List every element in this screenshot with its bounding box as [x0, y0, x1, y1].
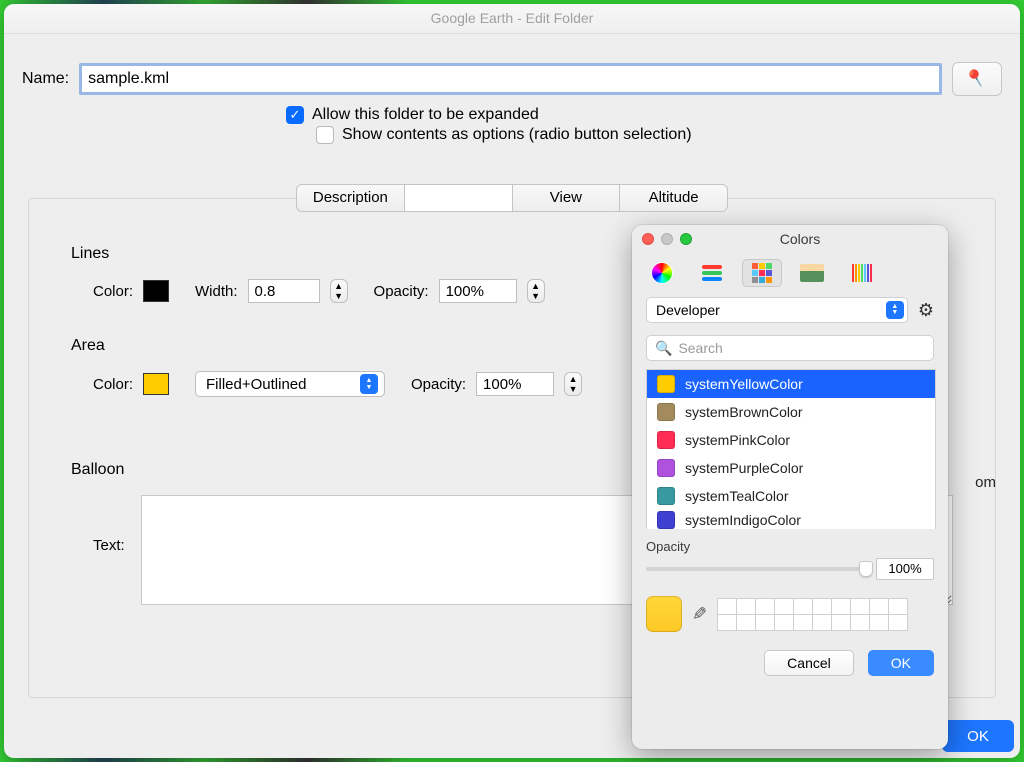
- zoom-window-button[interactable]: [680, 233, 692, 245]
- color-sliders-tab[interactable]: [692, 259, 732, 287]
- lines-opacity-label: Opacity:: [374, 283, 429, 300]
- opacity-label: Opacity: [632, 529, 948, 554]
- close-window-button[interactable]: [642, 233, 654, 245]
- name-label: Name:: [22, 70, 69, 88]
- color-item-systempink[interactable]: systemPinkColor: [647, 426, 935, 454]
- colors-window: Colors: [632, 225, 948, 749]
- slider-thumb[interactable]: [859, 561, 873, 577]
- color-item-label: systemPinkColor: [685, 432, 790, 448]
- color-item-systemyellow[interactable]: systemYellowColor: [647, 370, 935, 398]
- color-wheel-tab[interactable]: [642, 259, 682, 287]
- area-opacity-label: Opacity:: [411, 376, 466, 393]
- colors-ok-button[interactable]: OK: [868, 650, 934, 676]
- lines-opacity-input[interactable]: [439, 279, 517, 303]
- lines-width-label: Width:: [195, 283, 238, 300]
- gear-icon[interactable]: ⚙: [918, 300, 934, 321]
- color-wheel-icon: [651, 262, 673, 284]
- tab-style-color[interactable]: [405, 184, 513, 212]
- tab-view[interactable]: View: [513, 184, 621, 212]
- color-item-systemindigo[interactable]: systemIndigoColor: [647, 510, 935, 529]
- pushpin-icon: 📍: [962, 64, 992, 93]
- minimize-window-button[interactable]: [661, 233, 673, 245]
- pencils-icon: [852, 264, 872, 282]
- swatch-icon: [657, 403, 675, 421]
- opacity-value-input[interactable]: 100%: [876, 558, 934, 580]
- color-item-systempurple[interactable]: systemPurpleColor: [647, 454, 935, 482]
- chevron-updown-icon: ▲▼: [886, 301, 904, 319]
- lines-color-swatch[interactable]: [143, 280, 169, 302]
- color-item-label: systemTealColor: [685, 488, 788, 504]
- lines-width-stepper[interactable]: ▲▼: [330, 279, 348, 303]
- area-fill-value: Filled+Outlined: [206, 376, 352, 393]
- name-input[interactable]: [79, 63, 942, 95]
- swatch-icon: [657, 511, 675, 529]
- image-palettes-tab[interactable]: [792, 259, 832, 287]
- color-item-label: systemBrownColor: [685, 404, 802, 420]
- chevron-updown-icon: ▲▼: [360, 374, 378, 394]
- allow-expand-label: Allow this folder to be expanded: [312, 106, 539, 124]
- color-item-label: systemPurpleColor: [685, 460, 803, 476]
- area-fill-dropdown[interactable]: Filled+Outlined ▲▼: [195, 371, 385, 397]
- color-palettes-tab[interactable]: [742, 259, 782, 287]
- eyedropper-icon[interactable]: ✎: [692, 604, 707, 625]
- lines-width-input[interactable]: [248, 279, 320, 303]
- opacity-slider[interactable]: [646, 567, 866, 571]
- custom-swatches[interactable]: [717, 598, 907, 630]
- image-icon: [800, 264, 824, 282]
- show-radio-checkbox[interactable]: [316, 126, 334, 144]
- window-titlebar: Google Earth - Edit Folder: [4, 4, 1020, 34]
- swatch-icon: [657, 459, 675, 477]
- selected-color-preview: [646, 596, 682, 632]
- sliders-icon: [702, 265, 722, 281]
- color-item-label: systemYellowColor: [685, 376, 803, 392]
- color-search-input[interactable]: 🔍 Search: [646, 335, 934, 361]
- palette-select[interactable]: Developer ▲▼: [646, 297, 908, 323]
- allow-expand-checkbox[interactable]: ✓: [286, 106, 304, 124]
- truncated-text: om: [975, 474, 996, 491]
- area-color-label: Color:: [93, 376, 133, 393]
- color-item-systemteal[interactable]: systemTealColor: [647, 482, 935, 510]
- color-list[interactable]: systemYellowColor systemBrownColor syste…: [646, 369, 936, 529]
- balloon-text-label: Text:: [93, 537, 125, 554]
- show-radio-label: Show contents as options (radio button s…: [342, 126, 692, 144]
- window-controls: [642, 233, 692, 245]
- tab-description[interactable]: Description: [296, 184, 405, 212]
- color-item-systembrown[interactable]: systemBrownColor: [647, 398, 935, 426]
- area-opacity-stepper[interactable]: ▲▼: [564, 372, 582, 396]
- tabs: Description View Altitude: [296, 184, 728, 212]
- palette-icon: [752, 263, 772, 283]
- colors-title: Colors: [700, 231, 900, 247]
- ok-button[interactable]: OK: [942, 720, 1014, 752]
- pushpin-button[interactable]: 📍: [952, 62, 1002, 96]
- cancel-button[interactable]: Cancel: [764, 650, 854, 676]
- search-icon: 🔍: [655, 340, 672, 357]
- lines-color-label: Color:: [93, 283, 133, 300]
- area-color-swatch[interactable]: [143, 373, 169, 395]
- swatch-icon: [657, 487, 675, 505]
- color-item-label: systemIndigoColor: [685, 512, 801, 528]
- swatch-icon: [657, 375, 675, 393]
- search-placeholder: Search: [678, 340, 722, 356]
- palette-select-value: Developer: [656, 302, 886, 318]
- area-opacity-input[interactable]: [476, 372, 554, 396]
- pencils-tab[interactable]: [842, 259, 882, 287]
- swatch-icon: [657, 431, 675, 449]
- tab-altitude[interactable]: Altitude: [620, 184, 728, 212]
- lines-opacity-stepper[interactable]: ▲▼: [527, 279, 545, 303]
- window-title: Google Earth - Edit Folder: [431, 10, 594, 26]
